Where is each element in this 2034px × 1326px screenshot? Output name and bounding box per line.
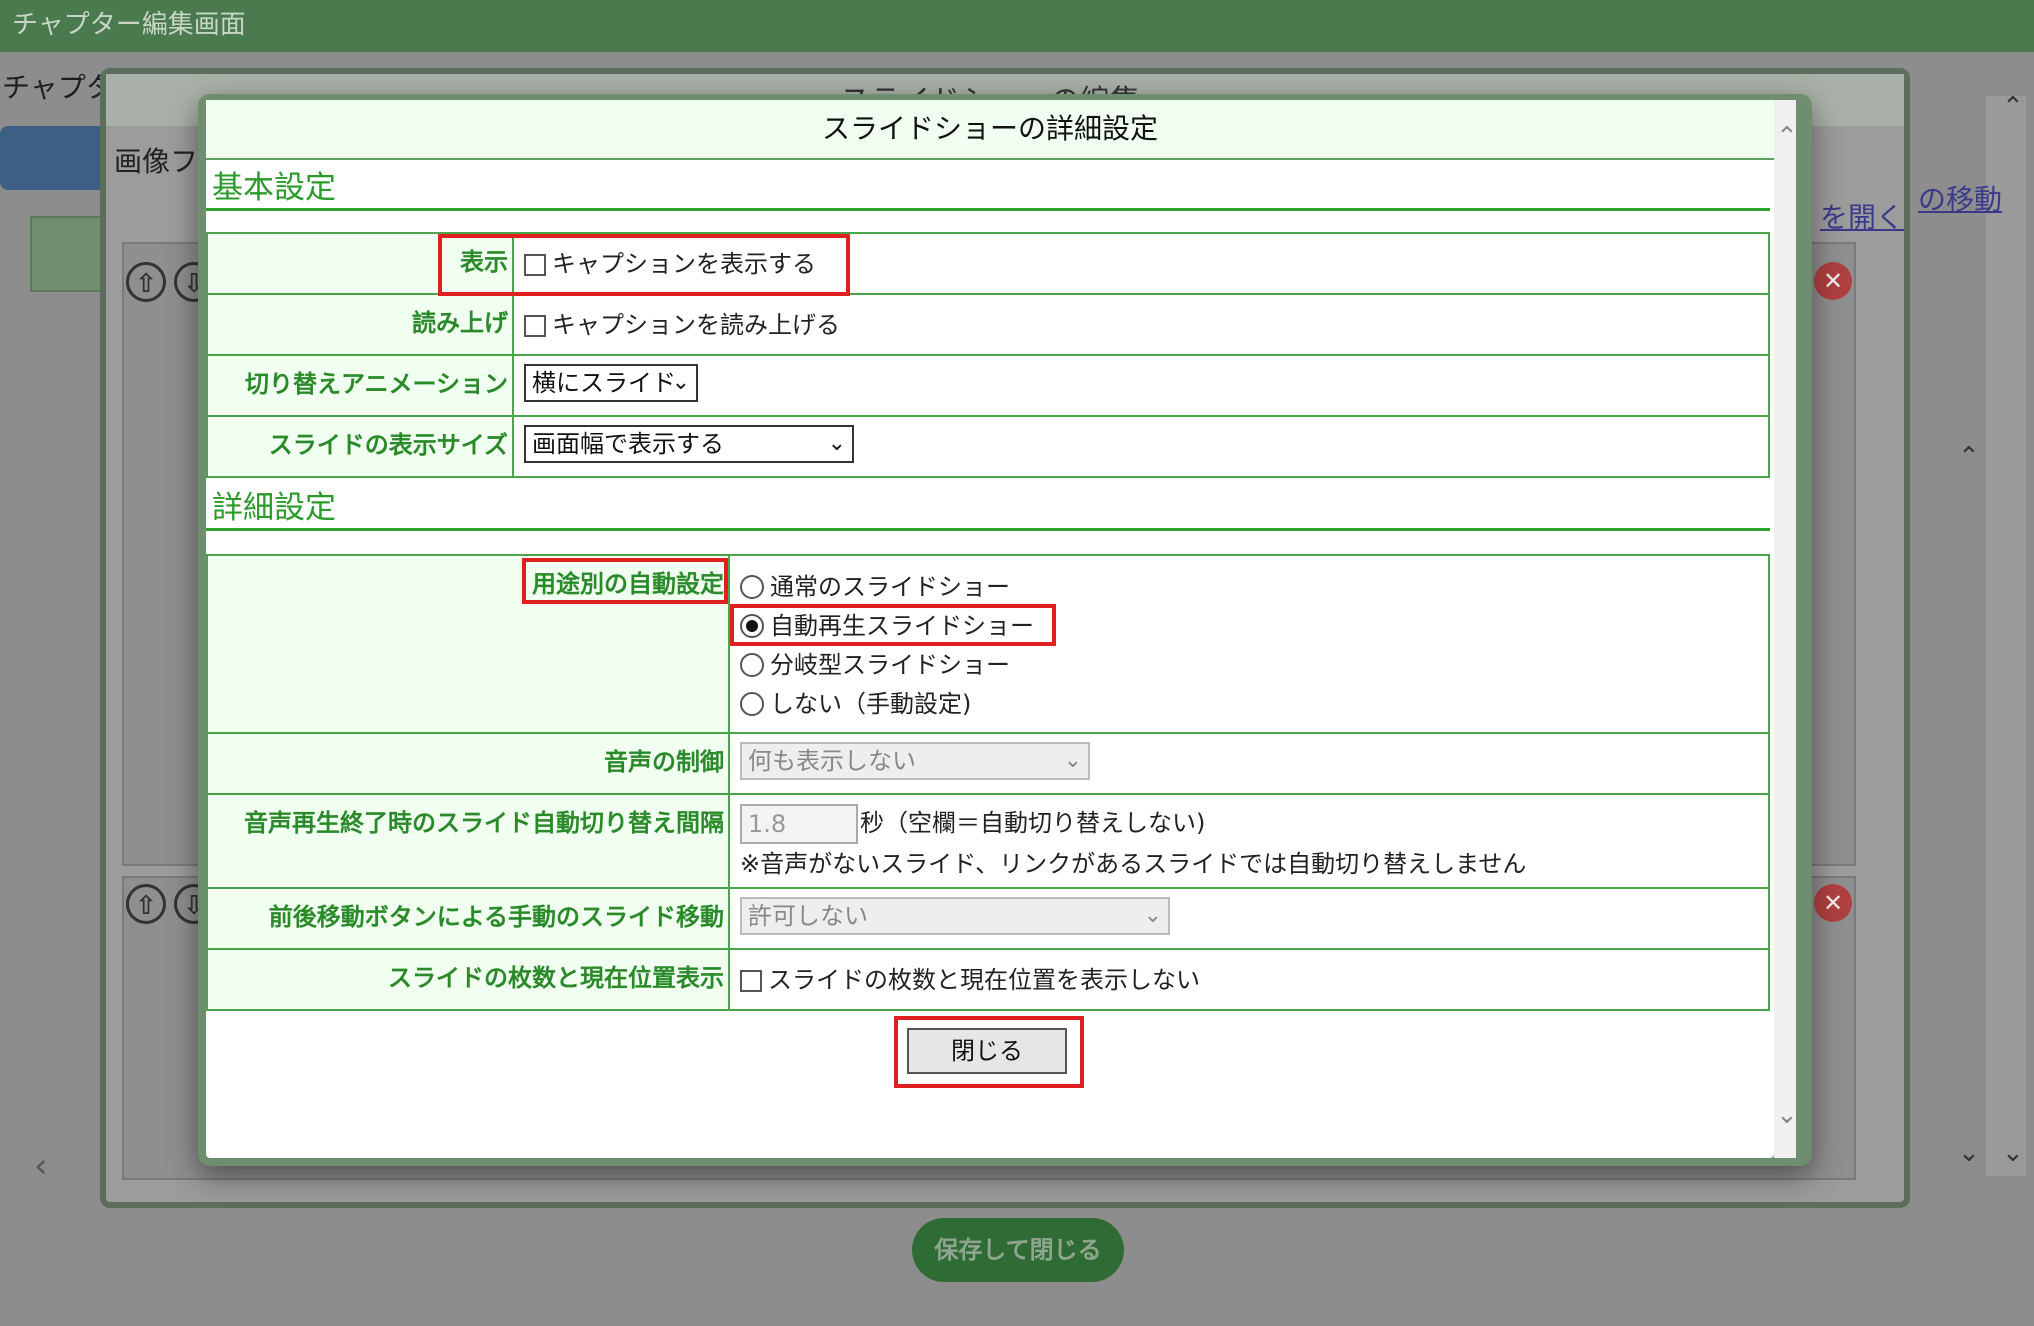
animation-value: 横にスライド xyxy=(532,369,676,397)
app-title-bar: チャプター編集画面 xyxy=(0,0,2034,52)
detail-settings-heading: 詳細設定 xyxy=(212,490,336,526)
interval-unit: 秒（空欄＝自動切り替えしない) xyxy=(860,809,1206,837)
manual-move-value: 許可しない xyxy=(748,902,868,930)
slide-size-select[interactable]: 画面幅で表示する ⌄ xyxy=(524,425,854,463)
highlight-autoplay-option xyxy=(730,604,1056,646)
highlight-display-row xyxy=(438,234,850,296)
chevron-down-icon[interactable]: ⌄ xyxy=(1958,1138,1980,1168)
animation-cell: 横にスライド ⌄ xyxy=(512,354,1770,417)
save-and-close-button[interactable]: 保存して閉じる xyxy=(912,1218,1124,1282)
scroll-up-icon[interactable]: ⌃ xyxy=(1776,122,1798,152)
radio-option-branch[interactable]: 分岐型スライドショー xyxy=(740,646,1760,685)
radio-button[interactable] xyxy=(740,575,764,599)
image-label: 画像フ xyxy=(114,145,199,178)
read-aloud-label: 読み上げ xyxy=(206,293,514,356)
chevron-up-icon[interactable]: ⌃ xyxy=(1958,442,1980,472)
auto-interval-cell: 1.8 秒（空欄＝自動切り替えしない) ※音声がないスライド、リンクがあるスライド… xyxy=(728,793,1770,889)
radio-label: 分岐型スライドショー xyxy=(770,651,1010,679)
interval-note: ※音声がないスライド、リンクがあるスライドでは自動切り替えしません xyxy=(740,850,1527,878)
delete-icon[interactable]: ✕ xyxy=(1814,262,1852,300)
hide-slide-count-label: スライドの枚数と現在位置を表示しない xyxy=(768,966,1200,994)
chevron-down-icon: ⌄ xyxy=(827,431,846,456)
chevron-down-icon-2[interactable]: ⌄ xyxy=(2002,1138,2024,1168)
scroll-down-icon[interactable]: ⌄ xyxy=(1776,1100,1798,1130)
animation-label: 切り替えアニメーション xyxy=(206,354,514,417)
section-divider-2 xyxy=(206,528,1770,531)
move-up-icon[interactable]: ⇧ xyxy=(126,262,166,302)
radio-option-normal[interactable]: 通常のスライドショー xyxy=(740,568,1760,607)
manual-move-cell: 許可しない ⌄ xyxy=(728,887,1770,950)
manual-move-label: 前後移動ボタンによる手動のスライド移動 xyxy=(206,887,730,950)
interval-input[interactable]: 1.8 xyxy=(740,804,858,844)
chevron-left-icon[interactable]: ‹ xyxy=(34,1146,48,1186)
highlight-auto-setting-label xyxy=(522,558,728,604)
animation-select[interactable]: 横にスライド ⌄ xyxy=(524,364,698,402)
move-up-icon-2[interactable]: ⇧ xyxy=(126,884,166,924)
modal-title: スライドショーの詳細設定 xyxy=(206,100,1774,160)
chevron-up-icon-2[interactable]: ⌃ xyxy=(2002,92,2024,122)
audio-control-label: 音声の制御 xyxy=(206,732,730,795)
chevron-down-icon: ⌄ xyxy=(671,370,690,395)
audio-control-cell: 何も表示しない ⌄ xyxy=(728,732,1770,795)
read-caption-label: キャプションを読み上げる xyxy=(552,311,840,339)
chevron-down-icon: ⌄ xyxy=(1143,903,1162,928)
modal-scrollbar[interactable] xyxy=(1774,100,1796,1158)
open-link[interactable]: を開く xyxy=(1820,196,1904,236)
highlight-close-button xyxy=(894,1016,1084,1088)
radio-option-manual[interactable]: しない（手動設定) xyxy=(740,685,1760,724)
hide-slide-count-checkbox[interactable] xyxy=(740,970,762,992)
read-caption-checkbox[interactable] xyxy=(524,315,546,337)
basic-settings-heading: 基本設定 xyxy=(212,170,336,206)
auto-interval-label: 音声再生終了時のスライド自動切り替え間隔 xyxy=(206,793,730,889)
audio-control-select[interactable]: 何も表示しない ⌄ xyxy=(740,742,1090,780)
slide-size-label: スライドの表示サイズ xyxy=(206,415,514,478)
slide-size-value: 画面幅で表示する xyxy=(532,430,724,458)
radio-button[interactable] xyxy=(740,692,764,716)
section-divider xyxy=(206,208,1770,211)
background-scrollbar[interactable] xyxy=(1986,96,2026,1176)
slide-size-cell: 画面幅で表示する ⌄ xyxy=(512,415,1770,478)
slide-count-cell: スライドの枚数と現在位置を表示しない xyxy=(728,948,1770,1011)
manual-move-select[interactable]: 許可しない ⌄ xyxy=(740,897,1170,935)
read-aloud-cell: キャプションを読み上げる xyxy=(512,293,1770,356)
app-title: チャプター編集画面 xyxy=(12,10,246,40)
background-blue-button[interactable] xyxy=(0,126,110,190)
audio-control-value: 何も表示しない xyxy=(748,747,916,775)
move-link[interactable]: の移動 xyxy=(1918,178,2002,218)
delete-icon-2[interactable]: ✕ xyxy=(1814,884,1852,922)
radio-label: しない（手動設定) xyxy=(770,690,972,718)
radio-label: 通常のスライドショー xyxy=(770,573,1010,601)
radio-button[interactable] xyxy=(740,653,764,677)
chapter-label: チャプタ xyxy=(2,71,114,104)
chevron-down-icon: ⌄ xyxy=(1063,748,1082,773)
slide-count-label: スライドの枚数と現在位置表示 xyxy=(206,948,730,1011)
